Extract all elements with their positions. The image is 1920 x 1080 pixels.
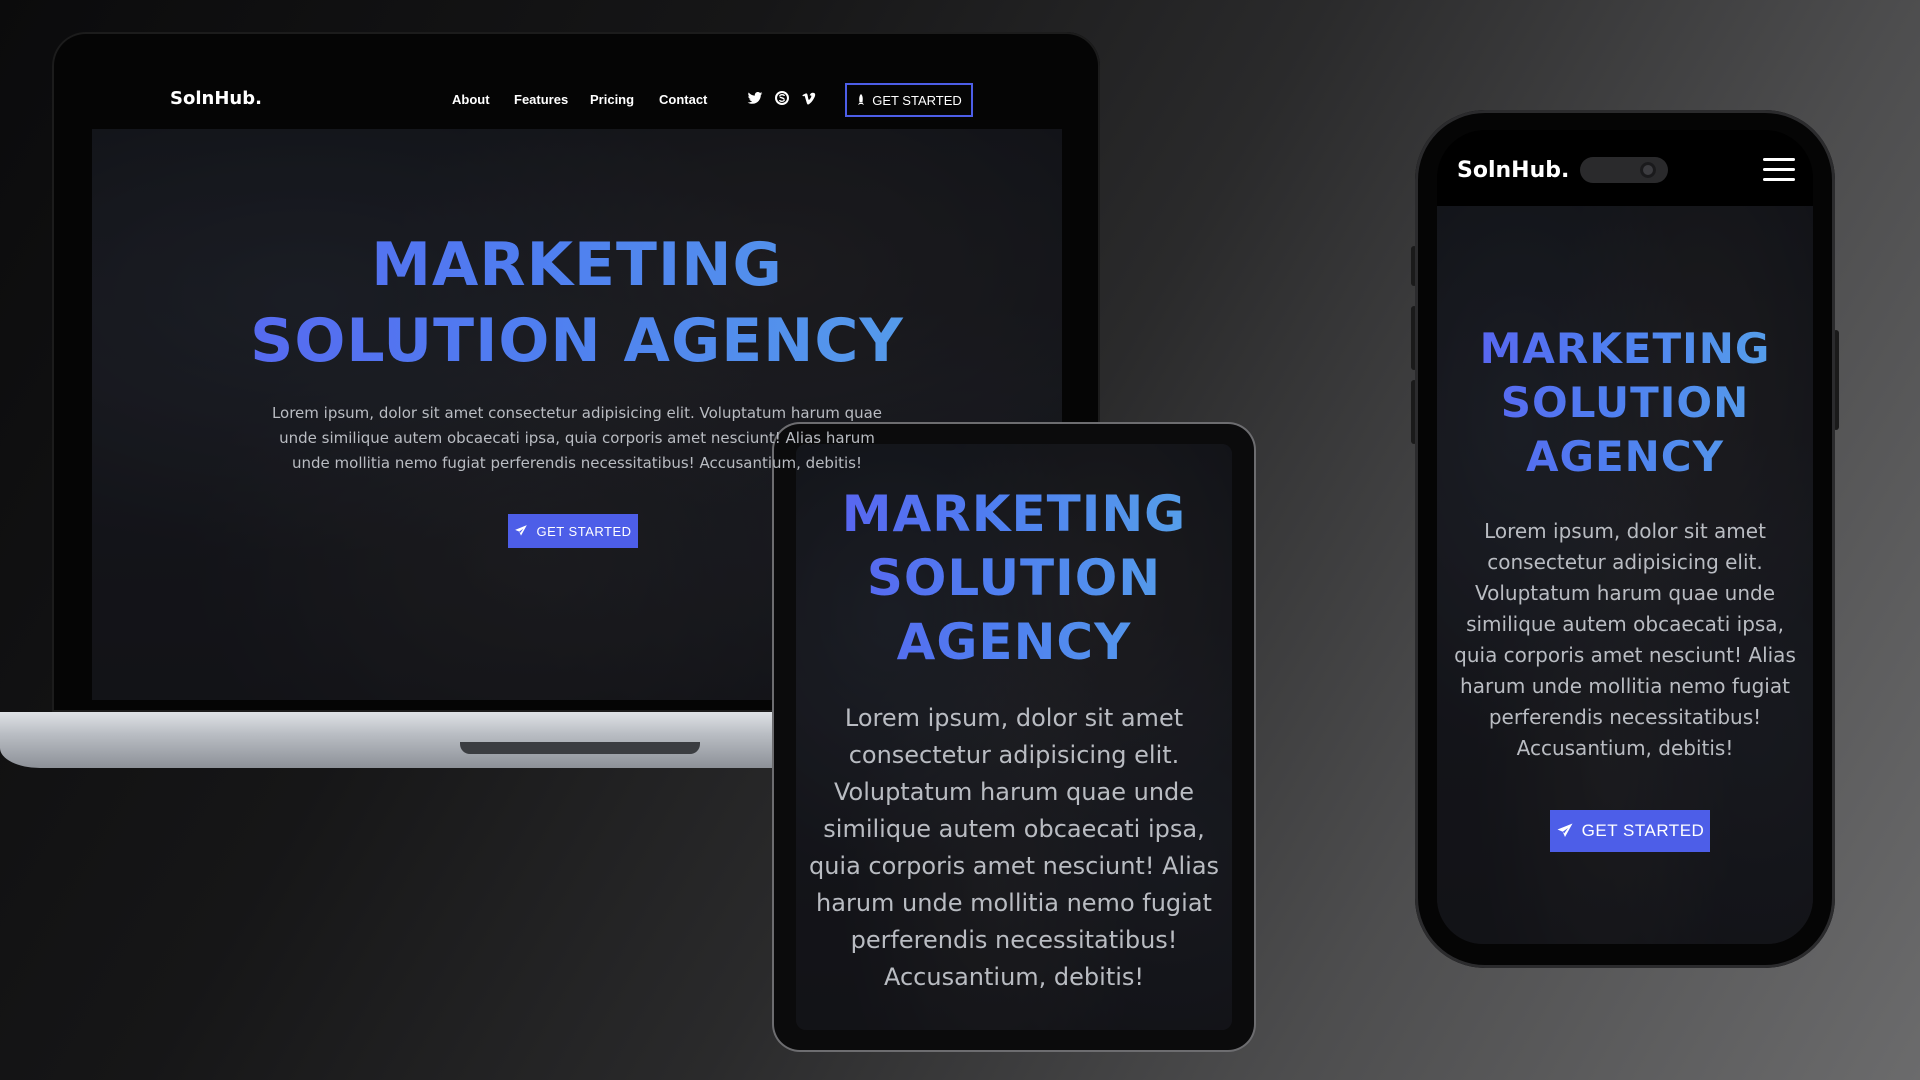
laptop-navbar: SolnHub. About Features Pricing Contact … [52,32,1100,128]
phone-hero-text-line: harum unde mollitia nemo fugiat [1460,674,1790,698]
phone-hero-title-line: AGENCY [1525,432,1725,481]
phone-brand-logo[interactable]: SolnHub. [1457,158,1569,183]
tablet-hero-text: Lorem ipsum, dolor sit amet consectetur … [796,700,1232,996]
laptop-hero-get-started-label: GET STARTED [536,523,632,539]
laptop-trackpad-notch [460,742,700,754]
brand-logo[interactable]: SolnHub. [170,88,262,109]
phone-mockup: SolnHub. MARKETING SOLUTION AGENCY Lorem… [1415,110,1835,968]
phone-hero-title: MARKETING SOLUTION AGENCY [1437,322,1813,484]
laptop-hero-get-started-button[interactable]: GET STARTED [508,514,638,548]
tablet-hero-text-line: similique autem obcaecati ipsa, [823,815,1205,843]
tablet-hero-text-line: perferendis necessitatibus! [850,926,1178,954]
phone-hero-text: Lorem ipsum, dolor sit amet consectetur … [1437,516,1813,764]
twitter-icon[interactable] [747,90,763,106]
phone-hero-text-line: similique autem obcaecati ipsa, [1466,612,1784,636]
tablet-hero-text-line: Voluptatum harum quae unde [833,778,1195,806]
phone-hero-text-line: Voluptatum harum quae unde [1474,581,1776,605]
nav-link-about[interactable]: About [452,92,490,107]
tablet-hero-title-line: AGENCY [896,613,1132,671]
skype-icon[interactable] [774,90,790,106]
tablet-hero-text-line: harum unde mollitia nemo fugiat [816,889,1212,917]
phone-hero-text-line: Accusantium, debitis! [1516,736,1734,760]
send-icon [515,525,528,536]
vimeo-icon[interactable] [801,90,817,106]
send-icon [1557,823,1573,837]
tablet-hero-text-line: quia corporis amet nesciunt! Alias [808,852,1220,880]
phone-hero-text-line: Lorem ipsum, dolor sit amet [1484,519,1766,543]
tablet-hero-content: MARKETING SOLUTION AGENCY Lorem ipsum, d… [796,444,1232,1030]
tablet-hero-text-line: Lorem ipsum, dolor sit amet [844,704,1184,732]
nav-link-pricing[interactable]: Pricing [590,92,634,107]
phone-hero-section: MARKETING SOLUTION AGENCY Lorem ipsum, d… [1437,206,1813,944]
rocket-icon [858,94,865,105]
hamburger-menu-icon[interactable] [1763,158,1795,182]
nav-get-started-button[interactable]: GET STARTED [845,83,973,117]
tablet-mockup: MARKETING SOLUTION AGENCY Lorem ipsum, d… [774,424,1254,1050]
laptop-base [0,712,850,768]
nav-link-features[interactable]: Features [514,92,568,107]
tablet-hero-title: MARKETING SOLUTION AGENCY [796,482,1232,674]
phone-hero-content: MARKETING SOLUTION AGENCY Lorem ipsum, d… [1437,206,1813,944]
tablet-hero-text-line: Accusantium, debitis! [883,963,1145,991]
phone-hero-get-started-button[interactable]: GET STARTED [1550,810,1710,852]
phone-hero-title-line: MARKETING [1479,324,1771,373]
tablet-hero-title-line: MARKETING [841,485,1187,543]
nav-get-started-label: GET STARTED [872,92,962,108]
phone-hero-get-started-label: GET STARTED [1581,821,1705,840]
phone-hero-text-line: consectetur adipisicing elit. [1487,550,1763,574]
tablet-hero-text-line: consectetur adipisicing elit. [848,741,1180,769]
phone-hero-text-line: perferendis necessitatibus! [1488,705,1762,729]
phone-hero-text-line: quia corporis amet nesciunt! Alias [1454,643,1796,667]
phone-camera [1640,162,1656,178]
laptop-hero-title-line1: MARKETING [371,230,783,300]
nav-link-contact[interactable]: Contact [659,92,707,107]
phone-hero-title-line: SOLUTION [1500,378,1750,427]
tablet-hero-title-line: SOLUTION [866,549,1162,607]
tablet-hero-section: MARKETING SOLUTION AGENCY Lorem ipsum, d… [796,444,1232,1030]
laptop-hero-title-line2: SOLUTION AGENCY [250,306,904,376]
laptop-hero-text-line: Lorem ipsum, dolor sit amet consectetur … [271,404,883,422]
laptop-hero-title: MARKETING SOLUTION AGENCY [92,227,1062,379]
